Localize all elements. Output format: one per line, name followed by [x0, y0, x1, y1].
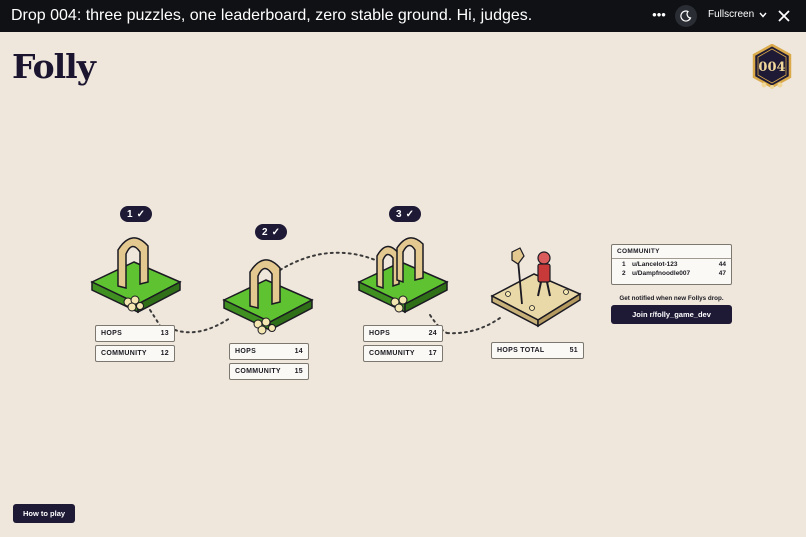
check-icon: ✓ — [271, 226, 280, 238]
how-to-play-button[interactable]: How to play — [13, 504, 75, 523]
hops-value: 24 — [428, 330, 437, 337]
level-number: 1 — [127, 208, 133, 220]
hops-value: 14 — [294, 348, 303, 355]
check-icon: ✓ — [405, 208, 414, 220]
table-row: 2 u/Dampfnoodle007 47 — [612, 268, 731, 277]
community-value: 12 — [160, 350, 169, 357]
hops-label: HOPS — [101, 330, 123, 337]
level-2-hops: HOPS 14 — [229, 343, 309, 360]
level-number: 2 — [262, 226, 268, 238]
level-number: 3 — [396, 208, 402, 220]
level-1-hops: HOPS 13 — [95, 325, 175, 342]
level-1-island[interactable] — [88, 230, 184, 320]
level-2-badge[interactable]: 2 ✓ — [255, 224, 287, 240]
community-leaderboard: COMMUNITY 1 u/Lancelot-123 44 2 u/Dampfn… — [611, 244, 732, 285]
hops-total-label: HOPS TOTAL — [497, 347, 545, 354]
level-1-badge[interactable]: 1 ✓ — [120, 206, 152, 222]
community-label: COMMUNITY — [369, 350, 415, 357]
rank: 1 — [622, 261, 626, 268]
username: u/Lancelot-123 — [632, 261, 678, 268]
level-3-island[interactable] — [355, 230, 451, 320]
username: u/Dampfnoodle007 — [632, 270, 691, 277]
hops-total: HOPS TOTAL 51 — [491, 342, 584, 359]
hops-total-value: 51 — [569, 347, 578, 354]
level-3-hops: HOPS 24 — [363, 325, 443, 342]
table-row: 1 u/Lancelot-123 44 — [612, 259, 731, 268]
score: 44 — [718, 261, 726, 268]
level-2-island[interactable] — [220, 248, 316, 340]
final-island — [490, 247, 582, 328]
hops-value: 13 — [160, 330, 169, 337]
notify-text: Get notified when new Follys drop. — [619, 295, 724, 302]
rank: 2 — [622, 270, 626, 277]
community-value: 17 — [428, 350, 437, 357]
check-icon: ✓ — [136, 208, 145, 220]
hops-label: HOPS — [369, 330, 391, 337]
community-label: COMMUNITY — [101, 350, 147, 357]
join-subreddit-button[interactable]: Join r/folly_game_dev — [611, 305, 732, 324]
hops-label: HOPS — [235, 348, 257, 355]
level-3-community: COMMUNITY 17 — [363, 345, 443, 362]
level-3-badge[interactable]: 3 ✓ — [389, 206, 421, 222]
leaderboard-title: COMMUNITY — [612, 245, 731, 259]
community-label: COMMUNITY — [235, 368, 281, 375]
level-1-community: COMMUNITY 12 — [95, 345, 175, 362]
community-value: 15 — [294, 368, 303, 375]
score: 47 — [718, 270, 726, 277]
level-2-community: COMMUNITY 15 — [229, 363, 309, 380]
